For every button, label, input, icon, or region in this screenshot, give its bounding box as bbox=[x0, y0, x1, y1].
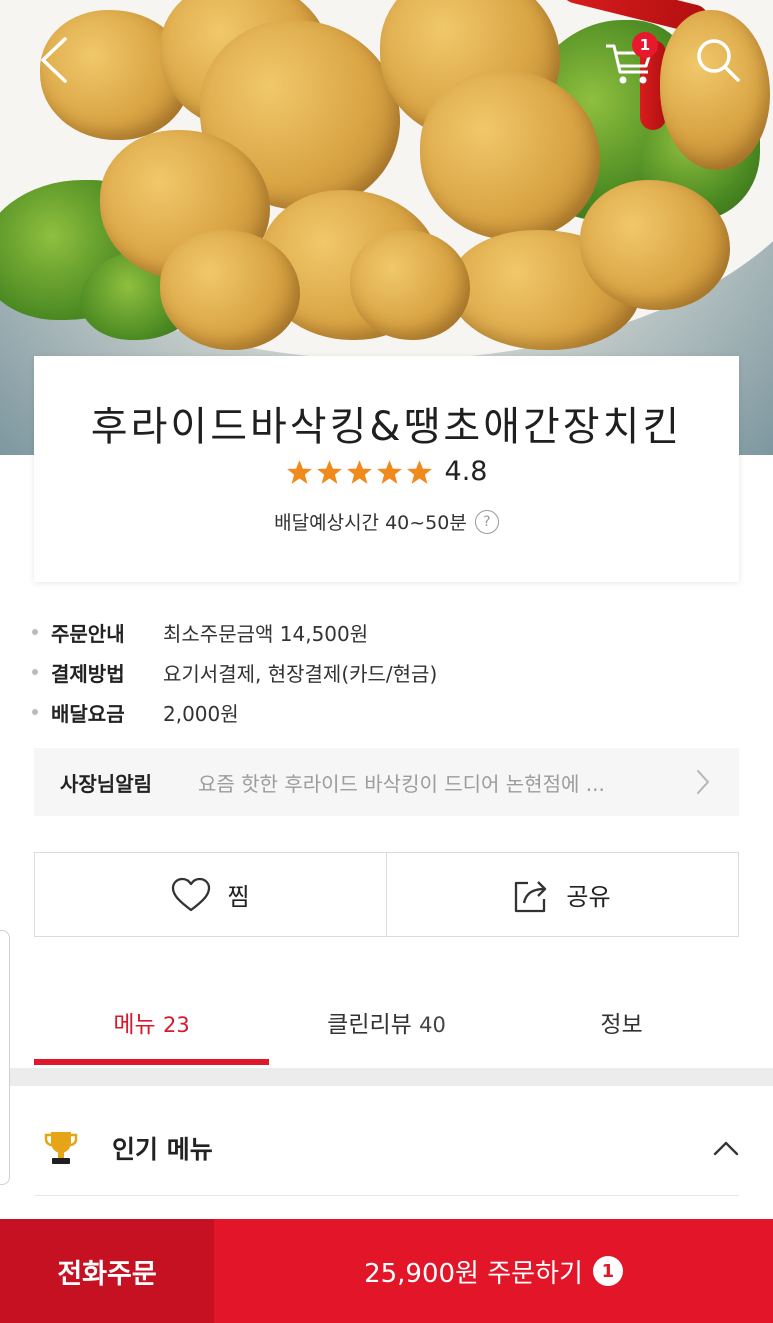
info-label: 배달요금 bbox=[51, 701, 125, 726]
cart-badge: 1 bbox=[632, 32, 658, 58]
side-scroll-handle[interactable] bbox=[0, 930, 10, 1185]
share-label: 공유 bbox=[566, 883, 611, 911]
rating-row: 4.8 bbox=[34, 456, 739, 487]
cart-button[interactable]: 1 bbox=[600, 32, 658, 90]
trophy-icon bbox=[44, 1131, 78, 1164]
star-icon bbox=[316, 459, 342, 484]
like-label: 찜 bbox=[227, 883, 250, 911]
tab-count: 23 bbox=[162, 1013, 190, 1037]
popular-menu-header[interactable]: 인기 메뉴 bbox=[34, 1100, 739, 1196]
owner-notice[interactable]: 사장님알림 요즘 핫한 후라이드 바삭킹이 드디어 논현점에 ... bbox=[34, 748, 739, 816]
tab-count: 40 bbox=[419, 1013, 446, 1037]
share-icon bbox=[515, 880, 547, 912]
bottom-order-bar: 전화주문 25,900원 주문하기 1 bbox=[0, 1219, 773, 1323]
star-rating bbox=[286, 459, 433, 485]
section-divider bbox=[0, 1068, 773, 1086]
owner-notice-title: 사장님알림 bbox=[60, 771, 152, 796]
info-row-order-guide: 주문안내 최소주문금액 14,500원 bbox=[32, 612, 742, 652]
info-row-payment: 결제방법 요기서결제, 현장결제(카드/현금) bbox=[32, 652, 742, 692]
search-icon bbox=[697, 39, 740, 82]
chevron-left-icon bbox=[41, 37, 67, 83]
store-info-card: 후라이드바삭킹&땡초애간장치킨 4.8 배달예상시간 40~50분 ? bbox=[34, 356, 739, 582]
delivery-eta: 배달예상시간 40~50분 ? bbox=[34, 508, 739, 535]
cart-count-badge: 1 bbox=[592, 1256, 623, 1286]
rating-value: 4.8 bbox=[444, 456, 488, 487]
action-row: 찜 공유 bbox=[34, 852, 739, 937]
star-icon bbox=[346, 459, 372, 484]
info-value: 최소주문금액 14,500원 bbox=[163, 621, 369, 646]
info-value: 요기서결제, 현장결제(카드/현금) bbox=[163, 661, 438, 686]
owner-notice-text: 요즘 핫한 후라이드 바삭킹이 드디어 논현점에 ... bbox=[198, 771, 605, 796]
star-icon bbox=[406, 459, 432, 484]
info-label: 주문안내 bbox=[51, 621, 125, 646]
chevron-right-icon bbox=[697, 770, 709, 794]
delivery-eta-label: 배달예상시간 40~50분 bbox=[274, 512, 467, 534]
info-value: 2,000원 bbox=[163, 701, 239, 726]
star-icon bbox=[376, 459, 402, 484]
help-icon[interactable]: ? bbox=[474, 509, 499, 534]
store-info-list: 주문안내 최소주문금액 14,500원 결제방법 요기서결제, 현장결제(카드/… bbox=[32, 612, 742, 732]
search-button[interactable] bbox=[690, 32, 746, 88]
heart-icon bbox=[172, 877, 211, 911]
phone-order-button[interactable]: 전화주문 bbox=[0, 1219, 214, 1323]
tab-info[interactable]: 정보 bbox=[504, 980, 739, 1068]
info-row-delivery-fee: 배달요금 2,000원 bbox=[32, 692, 742, 732]
store-tabs: 메뉴 23 클린리뷰 40 정보 bbox=[34, 980, 739, 1068]
tab-menu[interactable]: 메뉴 23 bbox=[34, 980, 269, 1068]
cart-order-button[interactable]: 25,900원 주문하기 1 bbox=[214, 1219, 773, 1323]
section-title: 인기 메뉴 bbox=[112, 1134, 213, 1164]
share-button[interactable]: 공유 bbox=[386, 853, 738, 936]
tab-label: 클린리뷰 bbox=[327, 1012, 412, 1038]
back-button[interactable] bbox=[28, 30, 80, 90]
cart-order-label: 25,900원 주문하기 bbox=[364, 1258, 583, 1289]
like-button[interactable]: 찜 bbox=[35, 853, 386, 936]
store-name: 후라이드바삭킹&땡초애간장치킨 bbox=[90, 404, 683, 450]
chevron-up-icon[interactable] bbox=[713, 1140, 739, 1156]
star-icon bbox=[286, 459, 312, 484]
tab-label: 메뉴 bbox=[113, 1012, 156, 1038]
tab-label: 정보 bbox=[600, 1012, 643, 1038]
info-label: 결제방법 bbox=[51, 661, 125, 686]
tab-clean-review[interactable]: 클린리뷰 40 bbox=[269, 980, 504, 1068]
